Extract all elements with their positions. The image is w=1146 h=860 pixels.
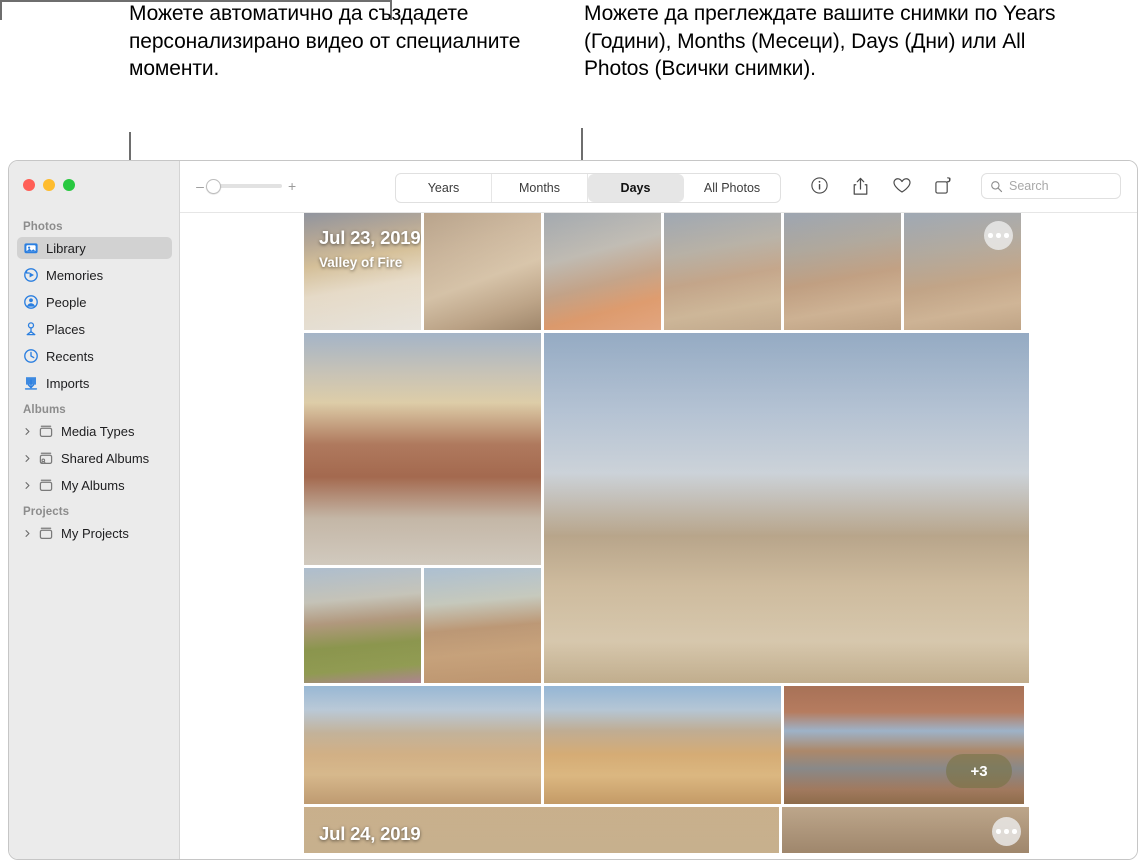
- photo-thumbnail-large[interactable]: [544, 333, 1029, 683]
- zoom-slider-track[interactable]: [206, 179, 282, 194]
- search-field[interactable]: Search: [981, 173, 1121, 199]
- more-options-icon[interactable]: [992, 817, 1021, 846]
- sidebar-item-label: Library: [46, 240, 86, 256]
- photo-row: Jul 23, 2019 Valley of Fire: [304, 213, 1029, 330]
- photo-thumbnail[interactable]: [784, 213, 901, 330]
- sidebar-list: Photos Library Memories People Places Re…: [9, 221, 180, 554]
- sidebar-item-people[interactable]: People: [17, 291, 172, 313]
- sidebar-item-label: Memories: [46, 267, 104, 283]
- tab-years[interactable]: Years: [396, 174, 492, 202]
- photo-grid-area[interactable]: Jul 23, 2019 Valley of Fire +3 Jul 24, 2…: [180, 213, 1137, 859]
- overflow-count-badge[interactable]: +3: [946, 754, 1012, 788]
- day-location-label: Valley of Fire: [319, 255, 403, 270]
- sidebar-group: Albums Media Types Shared Albums My Albu…: [9, 404, 180, 496]
- imports-icon: [23, 375, 39, 391]
- rotate-icon[interactable]: [933, 176, 952, 198]
- zoom-slider-knob[interactable]: [206, 179, 221, 194]
- chevron-right-icon[interactable]: [23, 529, 31, 538]
- minimize-button[interactable]: [43, 179, 55, 191]
- sidebar-item-library[interactable]: Library: [17, 237, 172, 259]
- chevron-right-icon[interactable]: [23, 481, 31, 490]
- photo-row: +3: [304, 686, 1029, 804]
- photo-thumbnail[interactable]: [544, 213, 661, 330]
- zoom-out-icon[interactable]: –: [196, 179, 204, 193]
- day-date-label: Jul 24, 2019: [319, 823, 421, 844]
- sidebar-item-label: Shared Albums: [61, 450, 150, 466]
- sidebar-item-imports[interactable]: Imports: [17, 372, 172, 394]
- shared-album-icon: [38, 450, 54, 466]
- people-icon: [23, 294, 39, 310]
- photos-app-window: Photos Library Memories People Places Re…: [8, 160, 1138, 860]
- photo-row: [304, 333, 1029, 683]
- toolbar: – + Years Months Days All Photos Search: [180, 161, 1137, 213]
- sidebar-section-header: Photos: [23, 221, 63, 233]
- library-icon: [23, 240, 39, 256]
- zoom-button[interactable]: [63, 179, 75, 191]
- view-mode-segmented-control[interactable]: Years Months Days All Photos: [395, 173, 781, 203]
- day-date-label: Jul 23, 2019: [319, 227, 421, 248]
- more-options-icon[interactable]: [984, 221, 1013, 250]
- sidebar-item-places[interactable]: Places: [17, 318, 172, 340]
- sidebar-item-label: My Projects: [61, 525, 129, 541]
- sidebar-item-label: Media Types: [61, 423, 135, 439]
- photo-thumbnail[interactable]: [424, 568, 541, 683]
- sidebar-section-header: Projects: [23, 506, 70, 518]
- memories-icon: [23, 267, 39, 283]
- favorite-heart-icon[interactable]: [892, 176, 911, 198]
- photo-thumbnail[interactable]: [782, 807, 1029, 853]
- sidebar-item-label: Recents: [46, 348, 94, 364]
- tab-all-photos[interactable]: All Photos: [684, 174, 780, 202]
- photo-thumbnail[interactable]: [544, 686, 781, 804]
- photo-thumbnail[interactable]: [664, 213, 781, 330]
- callout-text-view-modes: Можете да преглеждате вашите снимки по Y…: [584, 2, 1056, 80]
- chevron-right-icon[interactable]: [23, 454, 31, 463]
- close-button[interactable]: [23, 179, 35, 191]
- album-icon: [38, 423, 54, 439]
- sidebar: Photos Library Memories People Places Re…: [9, 161, 180, 859]
- recents-icon: [23, 348, 39, 364]
- sidebar-group: Photos Library Memories People Places Re…: [9, 221, 180, 394]
- share-icon[interactable]: [851, 176, 870, 198]
- window-traffic-lights: [23, 179, 75, 191]
- places-icon: [23, 321, 39, 337]
- tab-months[interactable]: Months: [492, 174, 588, 202]
- photo-thumbnail[interactable]: [304, 333, 541, 565]
- photo-thumbnail[interactable]: [424, 213, 541, 330]
- photo-thumbnail[interactable]: Jul 24, 2019: [304, 807, 779, 853]
- day-header-overlay: Jul 23, 2019 Valley of Fire: [319, 227, 421, 270]
- photo-thumbnail[interactable]: +3: [784, 686, 1024, 804]
- sidebar-item-label: Places: [46, 321, 86, 337]
- sidebar-item-label: People: [46, 294, 87, 310]
- sidebar-section-header: Albums: [23, 404, 66, 416]
- tab-days[interactable]: Days: [588, 174, 684, 202]
- sidebar-item-memories[interactable]: Memories: [17, 264, 172, 286]
- callout-leader-line-right-stem: [581, 128, 583, 163]
- day-header-overlay: Jul 24, 2019: [319, 823, 421, 845]
- sidebar-item-label: Imports: [46, 375, 90, 391]
- photo-thumbnail[interactable]: [304, 686, 541, 804]
- zoom-in-icon[interactable]: +: [288, 179, 296, 193]
- info-icon[interactable]: [810, 176, 829, 198]
- photo-thumbnail[interactable]: Jul 23, 2019 Valley of Fire: [304, 213, 421, 330]
- sidebar-group: Projects My Projects: [9, 506, 180, 544]
- sidebar-item-shared-albums[interactable]: Shared Albums: [17, 447, 172, 469]
- sidebar-item-my-albums[interactable]: My Albums: [17, 474, 172, 496]
- photo-grid: Jul 23, 2019 Valley of Fire +3 Jul 24, 2…: [304, 213, 1029, 856]
- sidebar-item-media-types[interactable]: Media Types: [17, 420, 172, 442]
- photo-thumbnail[interactable]: [304, 568, 421, 683]
- search-placeholder: Search: [1009, 179, 1049, 193]
- sidebar-item-label: My Albums: [61, 477, 125, 493]
- toolbar-icon-group: [810, 173, 952, 201]
- album-icon: [38, 525, 54, 541]
- photo-row: Jul 24, 2019: [304, 807, 1029, 853]
- album-icon: [38, 477, 54, 493]
- thumbnail-zoom-slider[interactable]: – +: [196, 179, 296, 194]
- sidebar-item-my-projects[interactable]: My Projects: [17, 522, 172, 544]
- sidebar-item-recents[interactable]: Recents: [17, 345, 172, 367]
- photo-thumbnail[interactable]: [904, 213, 1021, 330]
- search-icon: [991, 180, 1003, 192]
- chevron-right-icon[interactable]: [23, 427, 31, 436]
- callout-text-memories: Можете автоматично да създадете персонал…: [129, 2, 521, 80]
